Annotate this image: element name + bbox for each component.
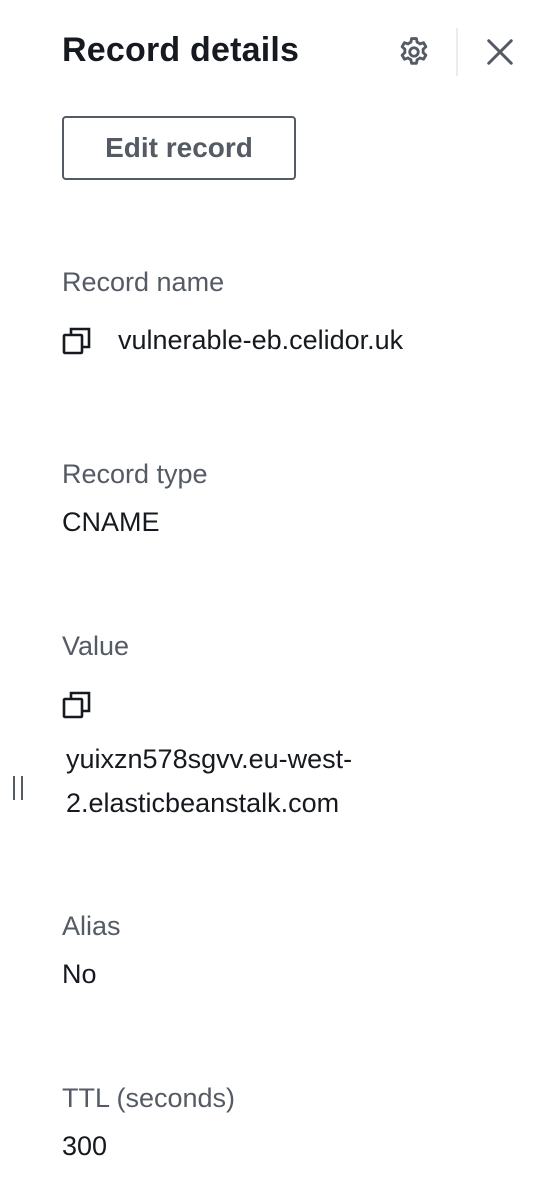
settings-button[interactable] bbox=[394, 32, 434, 72]
copy-icon bbox=[62, 327, 91, 355]
alias-value: No bbox=[62, 959, 97, 989]
value-line-1: yuixzn578sgvv.eu-west- bbox=[66, 744, 353, 774]
ttl-label: TTL (seconds) bbox=[62, 1083, 236, 1113]
resize-grip-line bbox=[21, 776, 23, 800]
ttl-value: 300 bbox=[62, 1131, 108, 1161]
resize-grip-line bbox=[13, 776, 15, 800]
value-line-2: 2.elasticbeanstalk.com bbox=[66, 788, 340, 818]
header-divider bbox=[456, 28, 458, 76]
alias-label: Alias bbox=[62, 911, 121, 941]
record-type-label: Record type bbox=[62, 459, 208, 489]
panel-title: Record details bbox=[62, 31, 300, 69]
value-label: Value bbox=[62, 631, 130, 661]
gear-icon bbox=[400, 37, 428, 65]
record-details-panel: Record details Edit record Record name v… bbox=[0, 0, 554, 1200]
record-name-label: Record name bbox=[62, 267, 225, 297]
panel-resize-handle[interactable] bbox=[10, 776, 26, 804]
edit-record-button[interactable]: Edit record bbox=[62, 116, 296, 180]
copy-icon bbox=[62, 691, 91, 719]
record-type-value: CNAME bbox=[62, 507, 160, 537]
copy-value-button[interactable] bbox=[62, 690, 92, 720]
copy-record-name-button[interactable] bbox=[62, 326, 92, 356]
close-icon bbox=[487, 39, 513, 65]
close-button[interactable] bbox=[480, 32, 520, 72]
value-text: yuixzn578sgvv.eu-west- 2.elasticbeanstal… bbox=[66, 737, 352, 825]
record-name-value: vulnerable-eb.celidor.uk bbox=[118, 325, 404, 355]
